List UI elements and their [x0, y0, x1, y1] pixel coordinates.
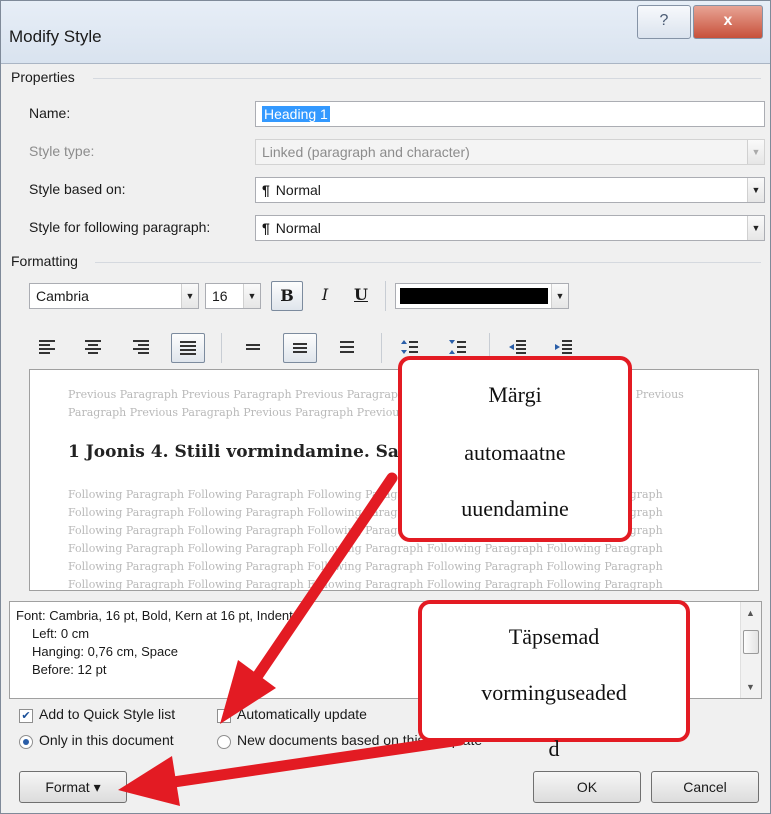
callout-overflow-text: d [548, 736, 560, 761]
callout-line: Täpsemad [508, 624, 600, 649]
callout-line: Märgi [488, 382, 542, 407]
callout-auto-update: Märgi automaatne uuendamine [398, 356, 632, 542]
callout-line: automaatne [464, 440, 566, 465]
callout-format-settings: Täpsemad vorminguseaded [418, 600, 690, 742]
arrow-to-format-line [154, 734, 466, 790]
arrow-to-format-head [118, 756, 180, 806]
callout-line: uuendamine [461, 496, 569, 521]
callout-line: vorminguseaded [481, 680, 627, 705]
arrow-to-auto-update-line [242, 472, 398, 696]
